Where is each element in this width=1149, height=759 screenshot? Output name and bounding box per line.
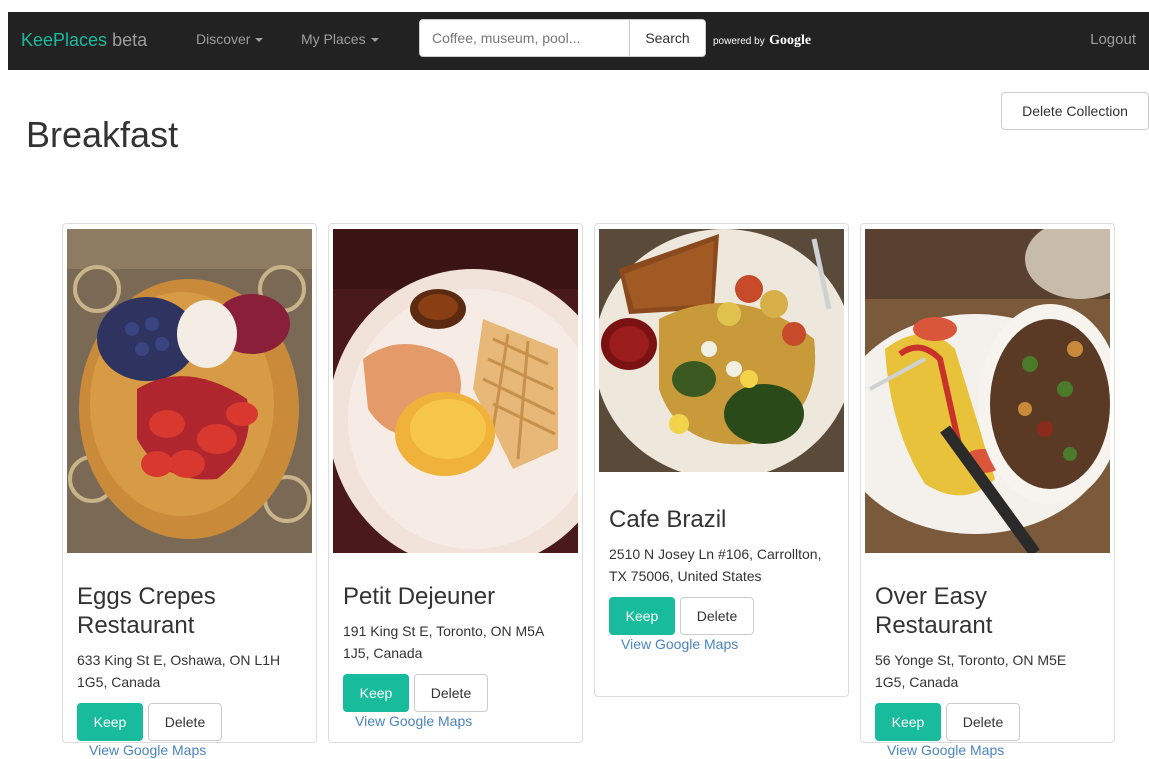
google-logo: Google bbox=[769, 33, 812, 48]
search-input[interactable] bbox=[419, 19, 630, 57]
card-body: Eggs Crepes Restaurant 633 King St E, Os… bbox=[63, 582, 316, 759]
place-card: Over Easy Restaurant 56 Yonge St, Toront… bbox=[860, 223, 1115, 758]
brand-name[interactable]: KeePlaces bbox=[21, 30, 107, 50]
place-name[interactable]: Petit Dejeuner bbox=[343, 582, 568, 611]
waffle-photo-image bbox=[333, 229, 578, 553]
keep-button[interactable]: Keep bbox=[343, 674, 409, 712]
place-address: 191 King St E, Toronto, ON M5A 1J5, Cana… bbox=[343, 623, 544, 661]
place-name[interactable]: Over Easy Restaurant bbox=[875, 582, 1100, 640]
powered-by-google: powered by Google bbox=[713, 31, 811, 49]
place-card: Cafe Brazil 2510 N Josey Ln #106, Carrol… bbox=[594, 223, 849, 697]
place-photo[interactable] bbox=[865, 229, 1110, 553]
page-title: Breakfast bbox=[26, 114, 179, 155]
place-address: 2510 N Josey Ln #106, Carrollton, TX 750… bbox=[609, 546, 822, 584]
view-google-maps-link[interactable]: View Google Maps bbox=[77, 741, 302, 759]
view-google-maps-link[interactable]: View Google Maps bbox=[875, 741, 1100, 759]
chevron-down-icon[interactable] bbox=[370, 38, 379, 43]
place-name[interactable]: Eggs Crepes Restaurant bbox=[77, 582, 302, 640]
my-places-label[interactable]: My Places bbox=[301, 31, 366, 47]
top-navbar: KeePlaces beta Discover My Places Search… bbox=[8, 12, 1149, 70]
brand-logo[interactable]: KeePlaces beta bbox=[21, 30, 147, 51]
keep-button[interactable]: Keep bbox=[609, 597, 675, 635]
card-body: Cafe Brazil 2510 N Josey Ln #106, Carrol… bbox=[595, 505, 848, 653]
skillet-photo-image bbox=[599, 229, 844, 472]
my-places-menu[interactable]: My Places bbox=[301, 31, 379, 47]
powered-by-text: powered by bbox=[713, 36, 765, 47]
place-photo[interactable] bbox=[67, 229, 312, 553]
chevron-down-icon[interactable] bbox=[255, 38, 264, 43]
delete-button[interactable]: Delete bbox=[946, 703, 1020, 741]
omelette-photo-image bbox=[865, 229, 1110, 553]
place-photo[interactable] bbox=[599, 229, 844, 472]
place-address: 56 Yonge St, Toronto, ON M5E 1G5, Canada bbox=[875, 652, 1067, 690]
delete-button[interactable]: Delete bbox=[414, 674, 488, 712]
crepes-photo-image bbox=[67, 229, 312, 553]
place-card: Petit Dejeuner 191 King St E, Toronto, O… bbox=[328, 223, 583, 743]
discover-label[interactable]: Discover bbox=[196, 31, 250, 47]
place-card: Eggs Crepes Restaurant 633 King St E, Os… bbox=[62, 223, 317, 758]
delete-button[interactable]: Delete bbox=[680, 597, 754, 635]
place-name[interactable]: Cafe Brazil bbox=[609, 505, 834, 534]
card-actions: Keep Delete bbox=[875, 703, 1100, 741]
discover-menu[interactable]: Discover bbox=[196, 31, 264, 47]
keep-button[interactable]: Keep bbox=[77, 703, 143, 741]
logout-link[interactable]: Logout bbox=[1090, 31, 1136, 48]
search-button[interactable]: Search bbox=[629, 19, 706, 57]
view-google-maps-link[interactable]: View Google Maps bbox=[343, 712, 568, 730]
card-actions: Keep Delete bbox=[343, 674, 568, 712]
brand-tag: beta bbox=[112, 30, 148, 50]
place-address: 633 King St E, Oshawa, ON L1H 1G5, Canad… bbox=[77, 652, 281, 690]
card-actions: Keep Delete bbox=[77, 703, 302, 741]
place-photo[interactable] bbox=[333, 229, 578, 553]
delete-collection-button[interactable]: Delete Collection bbox=[1001, 92, 1149, 130]
delete-button[interactable]: Delete bbox=[148, 703, 222, 741]
card-body: Over Easy Restaurant 56 Yonge St, Toront… bbox=[861, 582, 1114, 759]
keep-button[interactable]: Keep bbox=[875, 703, 941, 741]
card-body: Petit Dejeuner 191 King St E, Toronto, O… bbox=[329, 582, 582, 730]
view-google-maps-link[interactable]: View Google Maps bbox=[609, 635, 834, 653]
card-actions: Keep Delete bbox=[609, 597, 834, 635]
